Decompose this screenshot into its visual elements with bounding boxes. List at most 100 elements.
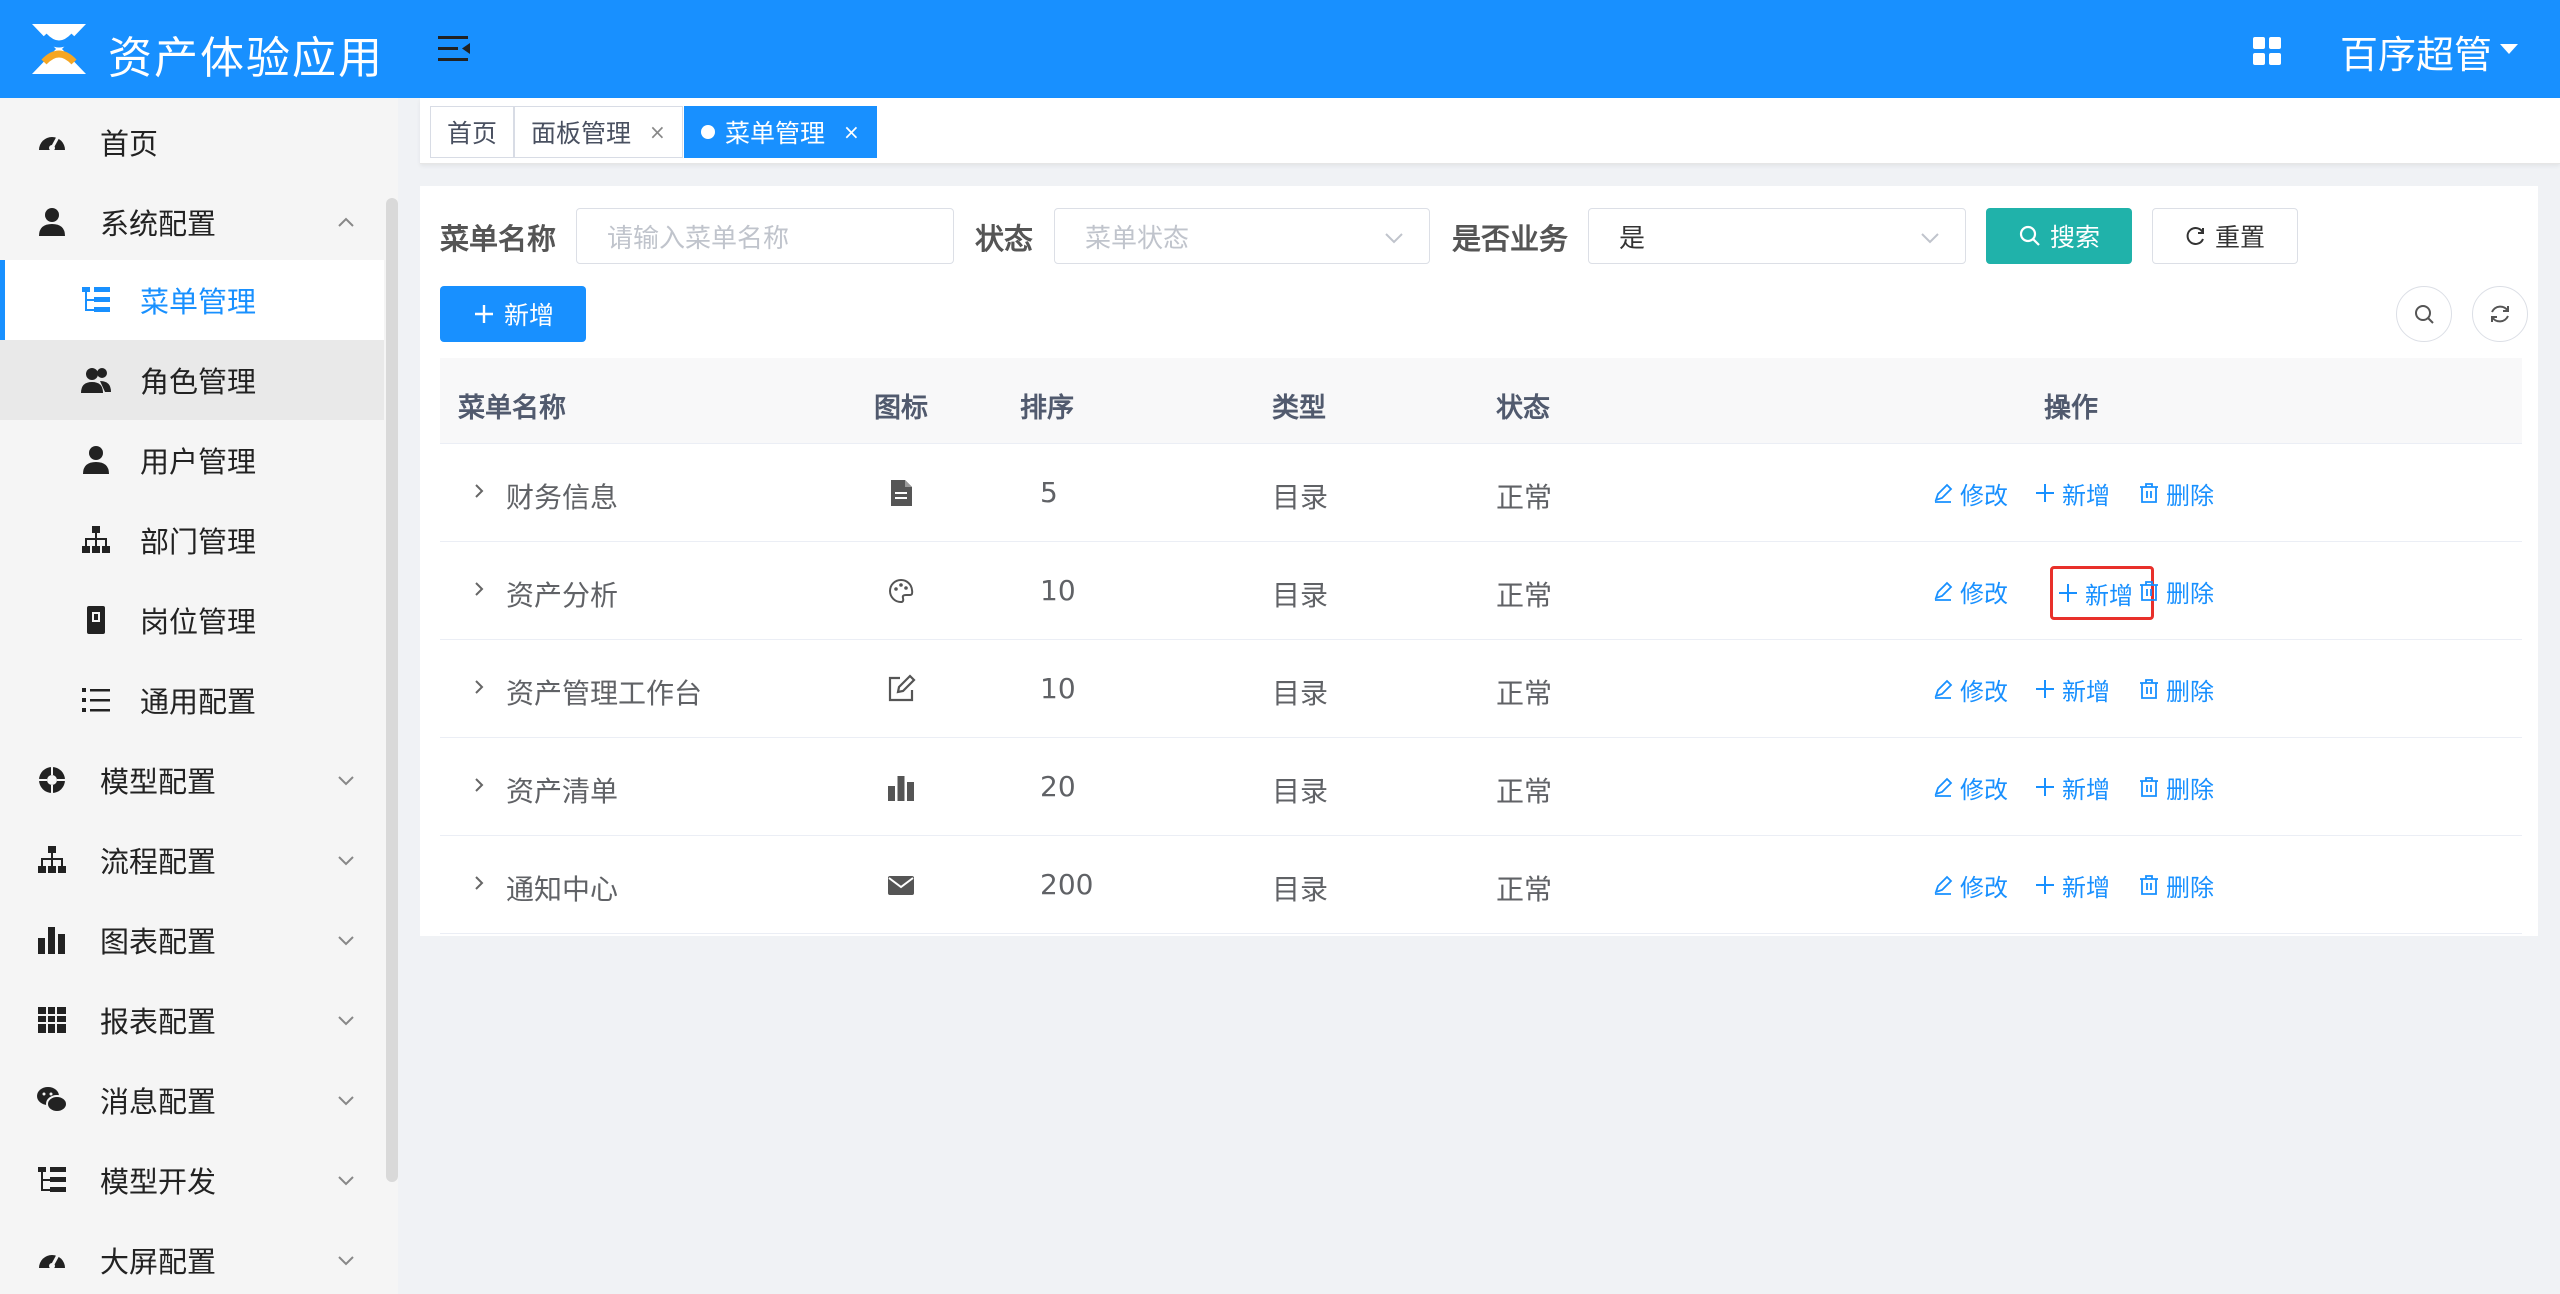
tab-home[interactable]: 首页	[430, 106, 515, 158]
add-menu-button[interactable]: 新增	[440, 286, 586, 342]
refresh-icon	[2491, 305, 2509, 323]
column-header-icon: 图标	[874, 393, 928, 424]
edit-label: 修改	[1960, 873, 2008, 902]
list-icon	[82, 688, 110, 712]
chevron-right-icon[interactable]	[470, 776, 488, 794]
sidebar-item-model-config[interactable]: 模型配置	[0, 740, 384, 820]
edit-button[interactable]: 修改	[1928, 766, 2012, 808]
close-icon[interactable]: ×	[843, 120, 860, 144]
apps-grid-icon[interactable]	[2252, 36, 2282, 66]
search-button[interactable]: 搜索	[1986, 208, 2132, 264]
status-cell: 正常	[1496, 481, 1553, 514]
chevron-down-icon	[338, 1256, 354, 1266]
palette-icon	[889, 578, 914, 604]
tab-menu-management[interactable]: 菜单管理 ×	[684, 106, 877, 158]
sidebar-item-model-dev[interactable]: 模型开发	[0, 1140, 384, 1220]
menu-fold-icon[interactable]	[436, 32, 472, 66]
sidebar-item-menu-management[interactable]: 菜单管理	[0, 260, 384, 340]
sidebar-scrollbar[interactable]	[386, 198, 398, 1182]
reset-button-label: 重置	[2214, 223, 2265, 252]
status-select[interactable]: 菜单状态	[1054, 208, 1430, 264]
caret-down-icon[interactable]	[2500, 44, 2518, 54]
add-child-button[interactable]: 新增	[2030, 864, 2114, 906]
sidebar-item-screen-config[interactable]: 大屏配置	[0, 1220, 384, 1294]
active-dot	[701, 125, 715, 139]
sidebar-item-role-management[interactable]: 角色管理	[0, 340, 384, 420]
edit-button[interactable]: 修改	[1928, 472, 2012, 514]
document-icon	[891, 480, 912, 506]
peoples-icon	[81, 368, 111, 393]
sidebar-item-user-management[interactable]: 用户管理	[0, 420, 384, 500]
tags-view: 首页 面板管理 × 菜单管理 ×	[420, 98, 2560, 164]
edit-button[interactable]: 修改	[1928, 864, 2012, 906]
user-icon	[39, 208, 65, 236]
business-select[interactable]: 是	[1588, 208, 1966, 264]
sidebar-item-general-config[interactable]: 通用配置	[0, 660, 384, 740]
column-header-name: 菜单名称	[458, 393, 566, 424]
add-child-button[interactable]: 新增	[2030, 766, 2114, 808]
order-cell: 10	[1040, 672, 1076, 705]
delete-button[interactable]: 删除	[2134, 766, 2218, 808]
delete-button[interactable]: 删除	[2134, 864, 2218, 906]
delete-icon	[2140, 581, 2158, 601]
sidebar-item-chart-config[interactable]: 图表配置	[0, 900, 384, 980]
delete-icon	[2140, 679, 2158, 699]
tab-panel-management[interactable]: 面板管理 ×	[514, 106, 683, 158]
sidebar-item-message-config[interactable]: 消息配置	[0, 1060, 384, 1140]
status-cell: 正常	[1496, 677, 1553, 710]
edit-label: 修改	[1960, 775, 2008, 804]
table-row: 资产管理工作台 10 目录 正常 修改 新增 删除	[440, 640, 2522, 738]
delete-button[interactable]: 删除	[2134, 472, 2218, 514]
edit-icon	[1934, 777, 1953, 797]
status-cell: 正常	[1496, 775, 1553, 808]
table-row: 资产清单 20 目录 正常 修改 新增 删除	[440, 738, 2522, 836]
edit-button[interactable]: 修改	[1928, 668, 2012, 710]
refresh-table-button[interactable]	[2472, 286, 2528, 342]
sidebar-item-label: 用户管理	[140, 445, 257, 479]
chevron-down-icon	[1385, 233, 1403, 244]
chevron-right-icon[interactable]	[470, 482, 488, 500]
sidebar-item-label: 系统配置	[100, 207, 217, 241]
tab-label: 菜单管理	[725, 119, 826, 148]
tree-table-icon	[82, 287, 110, 312]
status-cell: 正常	[1496, 873, 1553, 906]
menu-name-input[interactable]: 请输入菜单名称	[576, 208, 954, 264]
status-label: 状态	[975, 222, 1034, 256]
bar-chart-icon	[888, 776, 914, 801]
sidebar-item-label: 图表配置	[100, 925, 217, 959]
toggle-search-button[interactable]	[2396, 286, 2452, 342]
type-cell: 目录	[1272, 579, 1329, 612]
user-menu[interactable]: 百序超管	[2340, 24, 2492, 79]
sidebar-item-flow-config[interactable]: 流程配置	[0, 820, 384, 900]
chevron-right-icon[interactable]	[470, 874, 488, 892]
table-header: 菜单名称 图标 排序 类型 状态 操作	[440, 358, 2522, 444]
chevron-right-icon[interactable]	[470, 678, 488, 696]
sidebar-item-post-management[interactable]: 岗位管理	[0, 580, 384, 660]
sidebar-item-label: 消息配置	[100, 1085, 217, 1119]
add-label: 新增	[2062, 873, 2110, 902]
add-child-button[interactable]: 新增	[2030, 472, 2114, 514]
menu-name-cell: 通知中心	[506, 873, 619, 906]
sidebar-item-system-config[interactable]: 系统配置	[0, 182, 384, 262]
reset-button[interactable]: 重置	[2152, 208, 2298, 264]
chevron-down-icon	[338, 776, 354, 786]
close-icon[interactable]: ×	[649, 120, 666, 144]
edit-button[interactable]: 修改	[1928, 570, 2012, 612]
delete-button[interactable]: 删除	[2134, 668, 2218, 710]
edit-icon	[1934, 483, 1953, 503]
sidebar-item-home[interactable]: 首页	[0, 102, 384, 182]
table-row: 财务信息 5 目录 正常 修改 新增 删除	[440, 444, 2522, 542]
search-button-label: 搜索	[2049, 223, 2100, 252]
tree-icon	[38, 846, 66, 873]
order-cell: 10	[1040, 574, 1076, 607]
sidebar-item-dept-management[interactable]: 部门管理	[0, 500, 384, 580]
plus-icon	[2036, 680, 2054, 698]
sidebar-item-report-config[interactable]: 报表配置	[0, 980, 384, 1060]
delete-button[interactable]: 删除	[2134, 570, 2218, 612]
chevron-right-icon[interactable]	[470, 580, 488, 598]
column-header-order: 排序	[1020, 393, 1074, 424]
sidebar-item-label: 首页	[100, 127, 159, 161]
add-child-button[interactable]: 新增	[2030, 668, 2114, 710]
business-label: 是否业务	[1452, 222, 1569, 256]
email-icon	[888, 876, 914, 895]
